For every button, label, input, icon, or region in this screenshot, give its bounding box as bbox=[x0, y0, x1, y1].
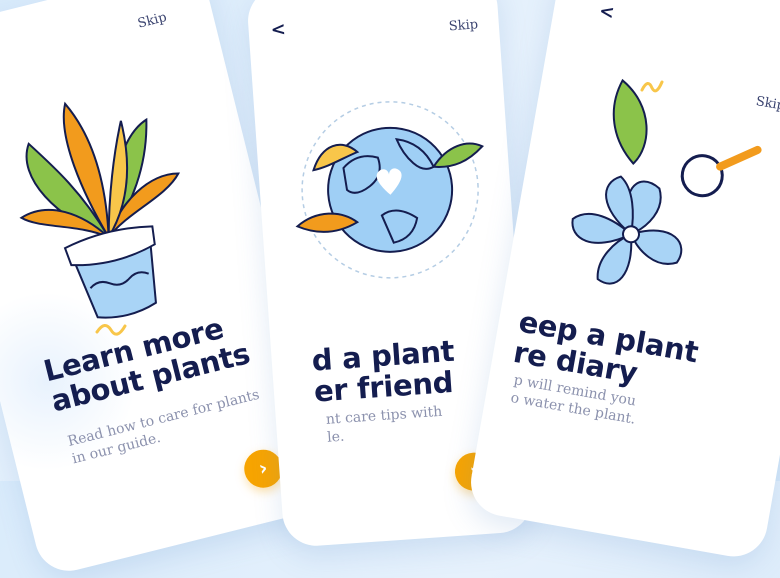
decorative-squiggle-icon bbox=[640, 80, 664, 93]
decorative-squiggle-icon bbox=[95, 324, 127, 336]
skip-button[interactable]: Skip bbox=[448, 17, 478, 34]
onboarding-card-diary: < Skip eep a plant re diary p will remin… bbox=[465, 0, 780, 562]
screen-title: d a plant er friend bbox=[311, 334, 458, 409]
screen-description: nt care tips with le. bbox=[325, 403, 444, 447]
back-button[interactable]: < bbox=[597, 0, 616, 23]
flower-illustration bbox=[571, 78, 762, 285]
globe-illustration bbox=[295, 101, 484, 279]
back-button[interactable]: < bbox=[270, 19, 287, 41]
title-line: er friend bbox=[312, 364, 455, 409]
skip-button[interactable]: Skip bbox=[136, 10, 168, 32]
